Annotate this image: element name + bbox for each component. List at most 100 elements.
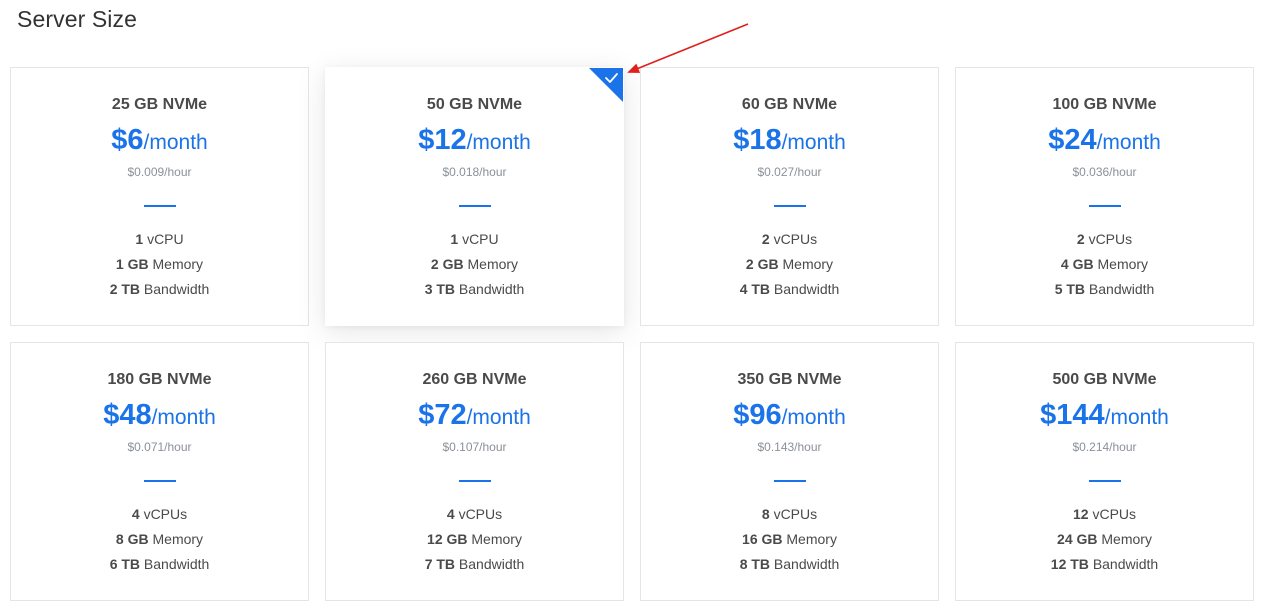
plan-price-period: /month [143,131,208,154]
selected-check-icon [589,68,623,102]
plan-price-amount: $24 [1048,124,1097,156]
plan-card[interactable]: 100 GB NVMe $24/month $0.036/hour 2 vCPU… [955,67,1254,326]
plan-cpu: 1 vCPU [326,229,623,249]
plan-bandwidth-value: 8 TB [739,556,771,572]
plan-divider [773,480,806,482]
plan-divider [773,205,806,207]
plan-cpu-value: 2 [1076,231,1085,247]
plan-card[interactable]: 50 GB NVMe $12/month $0.018/hour 1 vCPU … [325,67,624,326]
plan-bandwidth-unit: Bandwidth [1088,281,1155,297]
plan-memory-value: 12 GB [427,531,468,547]
selected-corner-badge [589,68,623,102]
plan-hourly: $0.214/hour [1072,440,1137,454]
plan-price-period: /month [466,406,531,429]
plan-memory: 24 GB Memory [956,529,1253,549]
plan-price-period: /month [1096,131,1161,154]
plan-price-amount: $144 [1040,399,1105,431]
plan-disk: 25 GB NVMe [111,96,208,113]
plan-disk: 350 GB NVMe [737,371,842,388]
plan-cpu: 4 vCPUs [11,504,308,524]
plan-memory: 2 GB Memory [641,254,938,274]
plan-card[interactable]: 60 GB NVMe $18/month $0.027/hour 2 vCPUs… [640,67,939,326]
plan-cpu: 4 vCPUs [326,504,623,524]
plan-bandwidth-value: 12 TB [1050,556,1089,572]
plan-cpu-value: 4 [446,506,455,522]
plan-price-period: /month [1104,406,1169,429]
plan-bandwidth-unit: Bandwidth [1092,556,1159,572]
plan-cpu-value: 8 [761,506,770,522]
plan-cpu-unit: vCPUs [1088,231,1133,247]
plan-cpu-unit: vCPUs [143,506,188,522]
plan-bandwidth-unit: Bandwidth [458,556,525,572]
plan-price-period: /month [781,131,846,154]
plan-bandwidth: 3 TB Bandwidth [326,279,623,299]
plan-bandwidth-unit: Bandwidth [773,281,840,297]
plan-divider [1088,480,1121,482]
plan-memory-unit: Memory [471,531,522,547]
plan-hourly: $0.143/hour [757,440,822,454]
plan-price-amount: $18 [733,124,782,156]
plan-hourly: $0.071/hour [127,440,192,454]
plan-card[interactable]: 500 GB NVMe $144/month $0.214/hour 12 vC… [955,342,1254,601]
plan-bandwidth-value: 6 TB [109,556,141,572]
plan-memory-unit: Memory [152,531,204,547]
plan-memory-value: 2 GB [745,256,779,272]
plan-disk: 100 GB NVMe [1052,96,1157,113]
plan-cpu: 12 vCPUs [956,504,1253,524]
plan-disk: 500 GB NVMe [1052,371,1157,388]
plan-memory-unit: Memory [786,531,837,547]
plan-bandwidth: 2 TB Bandwidth [11,279,308,299]
plan-memory: 1 GB Memory [11,254,308,274]
plan-bandwidth-unit: Bandwidth [143,556,210,572]
plan-bandwidth: 6 TB Bandwidth [11,554,308,574]
plan-disk: 60 GB NVMe [741,96,838,113]
plan-bandwidth-unit: Bandwidth [773,556,840,572]
plan-price-amount: $72 [418,399,467,431]
annotation-arrow-line [627,23,749,73]
plan-price: $144/month [956,398,1253,437]
plan-disk: 260 GB NVMe [422,371,527,388]
plan-cpu-unit: vCPU [462,231,499,247]
plan-bandwidth: 5 TB Bandwidth [956,279,1253,299]
plan-bandwidth-value: 7 TB [424,556,456,572]
plan-memory: 16 GB Memory [641,529,938,549]
plan-memory: 12 GB Memory [326,529,623,549]
plan-price-period: /month [151,406,216,429]
plan-cpu-unit: vCPUs [1092,506,1137,522]
plan-disk: 50 GB NVMe [426,96,523,113]
plan-memory-value: 24 GB [1057,531,1098,547]
plan-hourly: $0.036/hour [1072,165,1137,179]
plan-memory-unit: Memory [782,256,834,272]
plan-hourly: $0.018/hour [442,165,507,179]
plan-price-amount: $6 [111,124,144,156]
plan-price: $12/month [326,123,623,162]
plan-card[interactable]: 350 GB NVMe $96/month $0.143/hour 8 vCPU… [640,342,939,601]
plan-price: $18/month [641,123,938,162]
plan-bandwidth-value: 3 TB [424,281,456,297]
plan-price-amount: $48 [103,399,152,431]
plan-card[interactable]: 260 GB NVMe $72/month $0.107/hour 4 vCPU… [325,342,624,601]
plan-bandwidth: 8 TB Bandwidth [641,554,938,574]
plan-cpu-value: 12 [1072,506,1089,522]
plan-memory-value: 16 GB [742,531,783,547]
plan-memory: 4 GB Memory [956,254,1253,274]
plan-memory-unit: Memory [1101,531,1152,547]
plan-grid: 25 GB NVMe $6/month $0.009/hour 1 vCPU 1… [10,67,1254,601]
plan-price: $96/month [641,398,938,437]
plan-price: $48/month [11,398,308,437]
plan-hourly: $0.009/hour [127,165,192,179]
plan-memory-unit: Memory [467,256,519,272]
plan-cpu-value: 4 [131,506,140,522]
plan-divider [458,205,491,207]
plan-cpu: 1 vCPU [11,229,308,249]
plan-price: $6/month [11,123,308,162]
plan-divider [1088,205,1121,207]
plan-card[interactable]: 180 GB NVMe $48/month $0.071/hour 4 vCPU… [10,342,309,601]
plan-memory-value: 4 GB [1060,256,1094,272]
plan-cpu-value: 1 [450,231,459,247]
plan-cpu: 2 vCPUs [641,229,938,249]
plan-bandwidth: 7 TB Bandwidth [326,554,623,574]
plan-bandwidth-value: 4 TB [739,281,771,297]
plan-card[interactable]: 25 GB NVMe $6/month $0.009/hour 1 vCPU 1… [10,67,309,326]
plan-divider [143,205,176,207]
